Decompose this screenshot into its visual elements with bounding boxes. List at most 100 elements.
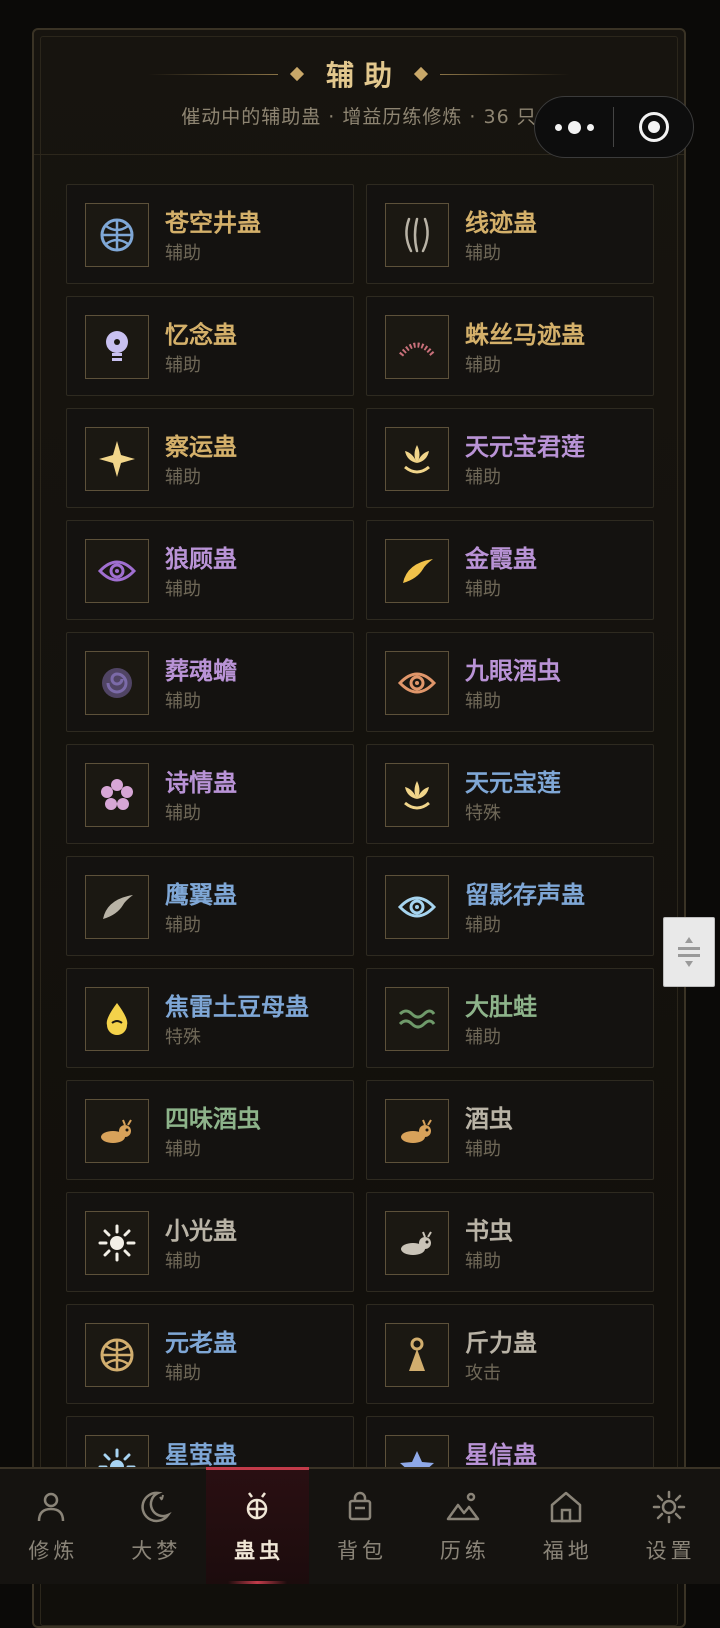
- gu-card[interactable]: 小光蛊 辅助: [66, 1192, 354, 1292]
- tab-label: 大梦: [131, 1539, 182, 1563]
- scroll-handle[interactable]: [663, 917, 715, 987]
- more-dots-icon: [567, 120, 581, 134]
- gu-name: 鹰翼蛊: [165, 881, 237, 909]
- gu-card[interactable]: 四味酒虫 辅助: [66, 1080, 354, 1180]
- eye-icon: [385, 875, 449, 939]
- tab-0[interactable]: 修炼: [0, 1469, 103, 1584]
- gu-name: 诗情蛊: [165, 769, 237, 797]
- tab-5[interactable]: 福地: [514, 1469, 617, 1584]
- tab-1[interactable]: 大梦: [103, 1469, 206, 1584]
- gu-type: 辅助: [165, 355, 201, 376]
- gu-card[interactable]: 狼顾蛊 辅助: [66, 520, 354, 620]
- moon-icon: [136, 1489, 172, 1525]
- gu-name: 星信蛊: [465, 1441, 537, 1469]
- gu-type: 辅助: [465, 1139, 501, 1160]
- gu-card[interactable]: 天元宝莲 特殊: [366, 744, 654, 844]
- gu-card[interactable]: 苍空井蛊 辅助: [66, 184, 354, 284]
- gu-name: 留影存声蛊: [465, 881, 585, 909]
- gu-name: 九眼酒虫: [465, 657, 561, 685]
- gu-type: 辅助: [165, 243, 201, 264]
- gu-type: 辅助: [465, 1251, 501, 1272]
- wing-icon: [85, 875, 149, 939]
- gu-name: 蛛丝马迹蛊: [465, 321, 585, 349]
- target-circle-icon: [638, 112, 669, 142]
- arc-icon: [385, 315, 449, 379]
- mini-program-capsule: [534, 96, 694, 158]
- title-divider-left: [147, 73, 278, 75]
- gu-type: 辅助: [465, 691, 501, 712]
- tab-label: 历练: [439, 1539, 490, 1563]
- gu-card[interactable]: 葬魂蟾 辅助: [66, 632, 354, 732]
- gu-card[interactable]: 察运蛊 辅助: [66, 408, 354, 508]
- gu-name: 忆念蛊: [165, 321, 237, 349]
- gu-type: 辅助: [465, 467, 501, 488]
- globe-icon: [85, 203, 149, 267]
- gu-card[interactable]: 斤力蛊 攻击: [366, 1304, 654, 1404]
- gu-card[interactable]: 线迹蛊 辅助: [366, 184, 654, 284]
- gu-card[interactable]: 留影存声蛊 辅助: [366, 856, 654, 956]
- gu-card[interactable]: 金霞蛊 辅助: [366, 520, 654, 620]
- gu-card[interactable]: 九眼酒虫 辅助: [366, 632, 654, 732]
- globe-icon: [85, 1323, 149, 1387]
- tab-label: 蛊虫: [234, 1539, 285, 1563]
- more-dots-icon: [586, 123, 594, 131]
- tab-3[interactable]: 背包: [309, 1469, 412, 1584]
- gu-card[interactable]: 书虫 辅助: [366, 1192, 654, 1292]
- gu-type: 辅助: [165, 1139, 201, 1160]
- close-mini-program-button[interactable]: [614, 112, 693, 142]
- tab-label: 福地: [542, 1539, 593, 1563]
- gu-card[interactable]: 鹰翼蛊 辅助: [66, 856, 354, 956]
- gu-name: 焦雷土豆母蛊: [165, 993, 309, 1021]
- gu-name: 斤力蛊: [465, 1329, 537, 1357]
- lotus-icon: [385, 763, 449, 827]
- bulb-icon: [85, 315, 149, 379]
- arrow-down-icon: [685, 961, 693, 967]
- gu-name: 星萤蛊: [165, 1441, 237, 1469]
- arrow-up-icon: [685, 937, 693, 943]
- gu-card[interactable]: 大肚蛙 辅助: [366, 968, 654, 1068]
- title-row: 辅助: [34, 54, 684, 94]
- tab-label: 背包: [337, 1539, 387, 1563]
- gu-card[interactable]: 焦雷土豆母蛊 特殊: [66, 968, 354, 1068]
- gu-card[interactable]: 酒虫 辅助: [366, 1080, 654, 1180]
- gu-card[interactable]: 忆念蛊 辅助: [66, 296, 354, 396]
- diamond-ornament-icon: [289, 66, 305, 82]
- waves-icon: [385, 987, 449, 1051]
- gu-name: 天元宝莲: [465, 769, 561, 797]
- gu-name: 天元宝君莲: [465, 433, 585, 461]
- gu-type: 辅助: [165, 579, 201, 600]
- tab-4[interactable]: 历练: [411, 1469, 514, 1584]
- gu-name: 苍空井蛊: [165, 209, 261, 237]
- figure-icon: [385, 1323, 449, 1387]
- gu-type: 辅助: [465, 1027, 501, 1048]
- more-button[interactable]: [535, 97, 613, 157]
- sun-icon: [85, 1211, 149, 1275]
- page-title: 辅助: [325, 59, 402, 92]
- gu-type: 辅助: [165, 803, 201, 824]
- gu-card[interactable]: 天元宝君莲 辅助: [366, 408, 654, 508]
- gu-name: 金霞蛊: [465, 545, 537, 573]
- grip-line: [678, 947, 700, 950]
- gu-name: 酒虫: [465, 1105, 513, 1133]
- gu-name: 葬魂蟾: [165, 657, 237, 685]
- gu-type: 辅助: [465, 915, 501, 936]
- lotus-icon: [385, 427, 449, 491]
- gu-type: 辅助: [165, 1363, 201, 1384]
- gu-name: 小光蛊: [165, 1217, 237, 1245]
- tab-2[interactable]: 蛊虫: [205, 1467, 309, 1584]
- tab-label: 设置: [645, 1539, 696, 1563]
- sparkle-icon: [85, 427, 149, 491]
- bag-icon: [342, 1489, 378, 1525]
- gear-icon: [651, 1489, 687, 1525]
- home-icon: [548, 1489, 584, 1525]
- worm-icon: [85, 1099, 149, 1163]
- gu-card[interactable]: 蛛丝马迹蛊 辅助: [366, 296, 654, 396]
- gu-card[interactable]: 元老蛊 辅助: [66, 1304, 354, 1404]
- gu-card[interactable]: 诗情蛊 辅助: [66, 744, 354, 844]
- tab-6[interactable]: 设置: [617, 1469, 720, 1584]
- gu-type: 辅助: [165, 691, 201, 712]
- gu-type: 辅助: [465, 355, 501, 376]
- gu-type: 辅助: [465, 243, 501, 264]
- bottom-tab-bar: 修炼 大梦 蛊虫 背包 历练 福地 设置: [0, 1467, 720, 1584]
- gu-name: 元老蛊: [165, 1329, 237, 1357]
